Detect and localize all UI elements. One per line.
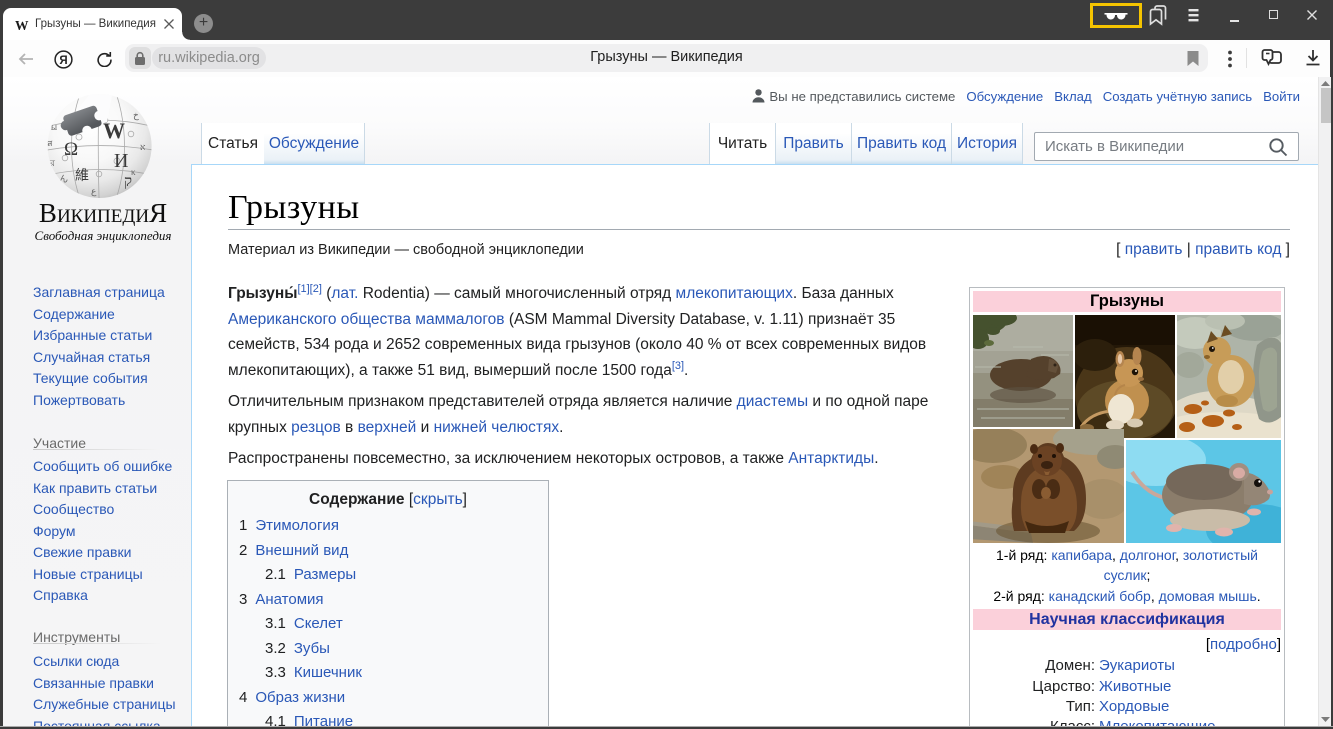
- svg-text:W: W: [103, 118, 125, 143]
- svg-text:ع: ع: [91, 186, 97, 197]
- svg-text:Ω: Ω: [64, 139, 78, 160]
- svg-text:κ: κ: [131, 167, 136, 177]
- svg-text:ส: ส: [47, 138, 53, 148]
- svg-text:Я: Я: [59, 55, 67, 67]
- svg-text:র: র: [49, 158, 56, 168]
- svg-text:ы: ы: [51, 122, 57, 132]
- svg-text:И: И: [114, 150, 128, 172]
- svg-text:خ: خ: [133, 110, 139, 121]
- svg-text:維: 維: [75, 168, 89, 184]
- svg-text:א: א: [140, 142, 146, 152]
- svg-text:ん: ん: [59, 174, 68, 184]
